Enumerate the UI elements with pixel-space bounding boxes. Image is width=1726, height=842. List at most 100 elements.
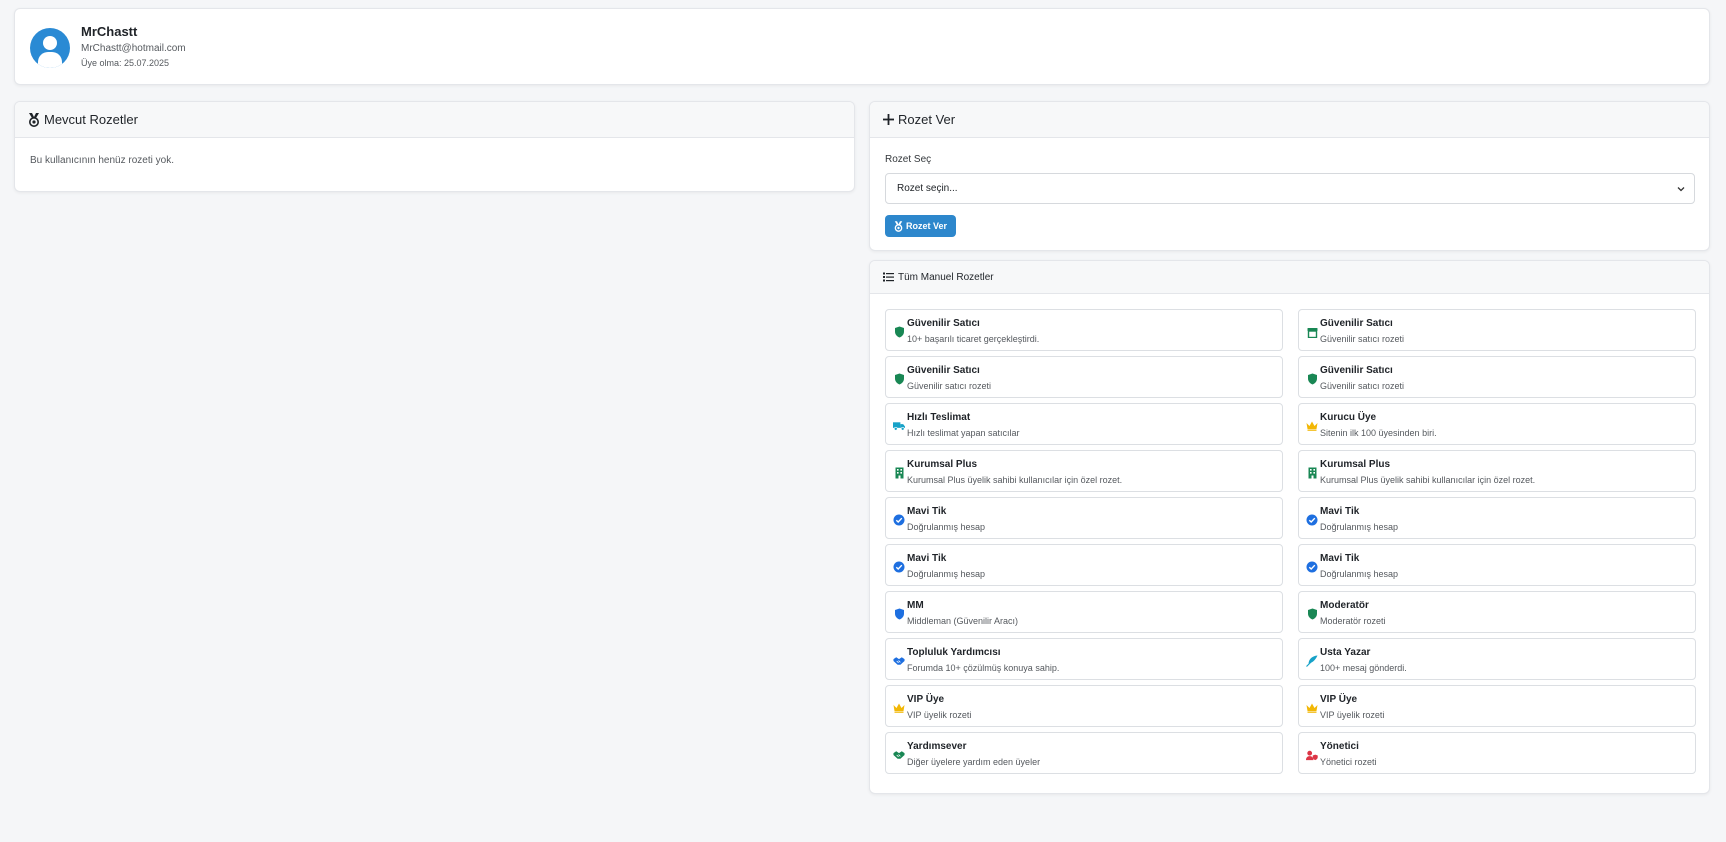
badge-description: Doğrulanmış hesap	[907, 569, 986, 579]
badge-description: 100+ mesaj gönderdi.	[1320, 663, 1407, 673]
badge-item-vip-uye[interactable]: VIP Üye VIP üyelik rozeti	[885, 685, 1283, 727]
badge-item-guvenilir-satici[interactable]: Güvenilir Satıcı 10+ başarılı ticaret ger…	[885, 309, 1283, 351]
badge-description: Doğrulanmış hesap	[907, 522, 986, 532]
badge-description: VIP üyelik rozeti	[907, 710, 972, 720]
badge-select[interactable]: Rozet seçin...	[885, 173, 1695, 204]
badge-description: Moderatör rozeti	[1320, 616, 1386, 626]
check-circle-icon	[1306, 514, 1318, 526]
badge-item-mavi-tik[interactable]: Mavi Tik Doğrulanmış hesap	[1298, 544, 1696, 586]
badge-name: Topluluk Yardımcısı	[907, 647, 1001, 658]
check-circle-icon	[893, 514, 905, 526]
shield-icon	[1306, 608, 1318, 620]
badge-name: Güvenilir Satıcı	[1320, 365, 1393, 376]
profile-email: MrChastt@hotmail.com	[81, 43, 186, 54]
badge-item-moderator[interactable]: Moderatör Moderatör rozeti	[1298, 591, 1696, 633]
badge-item-yonetici[interactable]: Yönetici Yönetici rozeti	[1298, 732, 1696, 774]
badge-name: Mavi Tik	[1320, 553, 1360, 564]
shield-icon	[893, 326, 905, 338]
badge-description: Sitenin ilk 100 üyesinden biri.	[1320, 428, 1437, 438]
badge-item-usta-yazar[interactable]: Usta Yazar 100+ mesaj gönderdi.	[1298, 638, 1696, 680]
user-shield-icon	[1306, 749, 1318, 761]
badge-name: Güvenilir Satıcı	[1320, 318, 1393, 329]
badge-description: Kurumsal Plus üyelik sahibi kullanıcılar…	[1320, 475, 1536, 485]
badge-item-guvenilir-satici[interactable]: Güvenilir Satıcı Güvenilir satıcı rozeti	[885, 356, 1283, 398]
badge-description: Güvenilir satıcı rozeti	[1320, 381, 1405, 391]
current-badges-header: Mevcut Rozetler	[15, 102, 854, 138]
badge-item-guvenilir-satici[interactable]: Güvenilir Satıcı Güvenilir satıcı rozeti	[1298, 309, 1696, 351]
plus-icon	[883, 114, 894, 125]
badge-name: VIP Üye	[1320, 694, 1358, 705]
badge-item-topluluk-yardimcisi[interactable]: Topluluk Yardımcısı Forumda 10+ çözülmüş …	[885, 638, 1283, 680]
badge-description: Diğer üyelere yardım eden üyeler	[907, 757, 1041, 767]
all-badges-header: Tüm Manuel Rozetler	[870, 261, 1709, 294]
all-badges-title: Tüm Manuel Rozetler	[898, 271, 994, 283]
give-badge-button-label: Rozet Ver	[905, 221, 947, 231]
crown-icon	[1306, 702, 1318, 714]
badge-name: Hızlı Teslimat	[907, 412, 971, 423]
chevron-down-icon	[1676, 184, 1686, 194]
badge-item-mavi-tik[interactable]: Mavi Tik Doğrulanmış hesap	[1298, 497, 1696, 539]
badge-name: Güvenilir Satıcı	[907, 365, 980, 376]
empty-badges-text: Bu kullanıcının henüz rozeti yok.	[30, 155, 174, 166]
profile-member-since: Üye olma: 25.07.2025	[81, 58, 170, 68]
store-icon	[1306, 326, 1318, 338]
handshake-icon	[893, 749, 905, 761]
check-circle-icon	[1306, 561, 1318, 573]
handshake-icon	[893, 655, 905, 667]
check-circle-icon	[893, 561, 905, 573]
badge-description: Forumda 10+ çözülmüş konuya sahip.	[907, 663, 1060, 673]
badge-description: Hızlı teslimat yapan satıcılar	[907, 428, 1020, 438]
current-badges-title: Mevcut Rozetler	[44, 112, 138, 127]
profile-card: MrChastt MrChastt@hotmail.com Üye olma: …	[14, 8, 1710, 85]
badge-name: Kurumsal Plus	[1320, 459, 1391, 470]
building-icon	[1306, 467, 1318, 479]
badge-name: Mavi Tik	[1320, 506, 1360, 517]
badge-description: 10+ başarılı ticaret gerçekleştirdi.	[907, 334, 1040, 344]
badge-description: Yönetici rozeti	[1320, 757, 1377, 767]
current-badges-card: Mevcut Rozetler Bu kullanıcının henüz ro…	[14, 101, 855, 192]
badge-name: Yönetici	[1320, 741, 1359, 752]
badge-description: Güvenilir satıcı rozeti	[907, 381, 992, 391]
give-badge-card: Rozet Ver Rozet Seç Rozet seçin... Rozet…	[869, 101, 1710, 251]
avatar-icon	[30, 28, 70, 68]
badge-name: Güvenilir Satıcı	[907, 318, 980, 329]
badge-description: Güvenilir satıcı rozeti	[1320, 334, 1405, 344]
give-badge-header: Rozet Ver	[870, 102, 1709, 138]
badge-item-kurumsal-plus[interactable]: Kurumsal Plus Kurumsal Plus üyelik sahibi…	[885, 450, 1283, 492]
all-badges-card: Tüm Manuel Rozetler Güvenilir Satıcı 10+ …	[869, 260, 1710, 794]
badge-item-yardimsever[interactable]: Yardımsever Diğer üyelere yardım eden üye…	[885, 732, 1283, 774]
crown-icon	[893, 702, 905, 714]
badge-name: VIP Üye	[907, 694, 945, 705]
badge-description: VIP üyelik rozeti	[1320, 710, 1385, 720]
badge-item-vip-uye[interactable]: VIP Üye VIP üyelik rozeti	[1298, 685, 1696, 727]
give-badge-button[interactable]: Rozet Ver	[885, 215, 956, 237]
badge-item-kurumsal-plus[interactable]: Kurumsal Plus Kurumsal Plus üyelik sahibi…	[1298, 450, 1696, 492]
badge-description: Kurumsal Plus üyelik sahibi kullanıcılar…	[907, 475, 1123, 485]
badge-item-mavi-tik[interactable]: Mavi Tik Doğrulanmış hesap	[885, 544, 1283, 586]
badge-select-value: Rozet seçin...	[897, 183, 958, 194]
badge-item-mm[interactable]: MM Middleman (Güvenilir Aracı)	[885, 591, 1283, 633]
badge-select-label: Rozet Seç	[885, 154, 932, 165]
badge-name: Kurumsal Plus	[907, 459, 978, 470]
list-icon	[883, 272, 894, 282]
medal-icon	[894, 220, 903, 232]
feather-icon	[1306, 655, 1318, 667]
truck-icon	[893, 420, 905, 432]
give-badge-title: Rozet Ver	[898, 112, 956, 127]
badge-name: Mavi Tik	[907, 506, 947, 517]
badge-item-mavi-tik[interactable]: Mavi Tik Doğrulanmış hesap	[885, 497, 1283, 539]
badge-item-guvenilir-satici[interactable]: Güvenilir Satıcı Güvenilir satıcı rozeti	[1298, 356, 1696, 398]
shield-icon	[1306, 373, 1318, 385]
badge-name: Kurucu Üye	[1320, 412, 1377, 423]
badge-description: Doğrulanmış hesap	[1320, 569, 1399, 579]
badge-name: MM	[907, 600, 924, 611]
badge-item-hizli-teslimat[interactable]: Hızlı Teslimat Hızlı teslimat yapan satıc…	[885, 403, 1283, 445]
badge-description: Middleman (Güvenilir Aracı)	[907, 616, 1019, 626]
badge-grid: Güvenilir Satıcı 10+ başarılı ticaret ger…	[885, 309, 1696, 774]
crown-icon	[1306, 420, 1318, 432]
badge-name: Usta Yazar	[1320, 647, 1371, 658]
badge-description: Doğrulanmış hesap	[1320, 522, 1399, 532]
badge-name: Yardımsever	[907, 741, 967, 752]
badge-item-kurucu-uye[interactable]: Kurucu Üye Sitenin ilk 100 üyesinden biri…	[1298, 403, 1696, 445]
shield-icon	[893, 373, 905, 385]
